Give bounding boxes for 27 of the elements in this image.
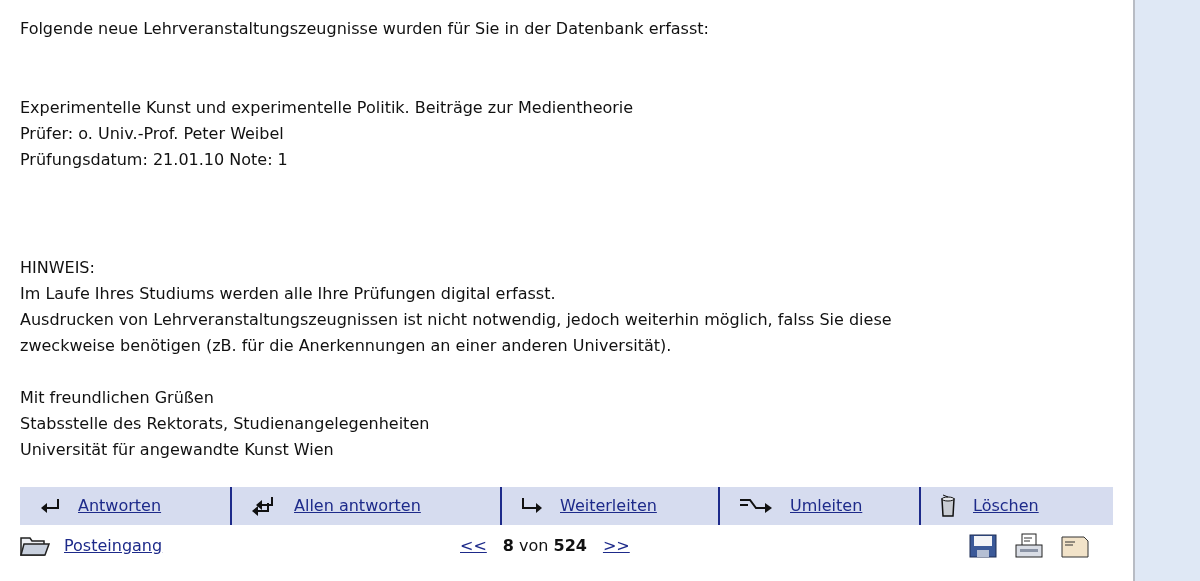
document-icon[interactable] [1061,534,1089,558]
text-line: Stabsstelle des Rektorats, Studienangelegenheiten [20,413,431,435]
folder-icon [20,535,50,557]
next-link[interactable]: >> [602,533,630,559]
forward-arrow-icon [520,496,544,516]
text-line: Folgende neue Lehrveranstaltungszeugnisse wurden für Sie in der Datenbank erfasst: [20,18,710,40]
action-link[interactable]: Allen antworten [294,493,421,519]
text-line: Mit freundlichen Grüßen [20,387,215,409]
text-line: zweckweise benötigen (zB. für die Anerkennungen an einer anderen Universität). [20,335,673,357]
save-icon[interactable] [969,534,997,558]
previous-link[interactable]: << [460,533,487,559]
text-line: Prüfer: o. Univ.-Prof. Peter Weibel [20,123,285,145]
inbox-link[interactable]: Posteingang [64,533,163,559]
text-line: Universität für angewandte Kunst Wien [20,439,335,461]
text-line: HINWEIS: [20,257,96,279]
text-line: Ausdrucken von Lehrveranstaltungszeugnissen ist nicht notwendig, jedoch weiterhin möglich, falss Sie diese [20,309,893,331]
action-link[interactable]: Umleiten [790,493,863,519]
action-link[interactable]: Antworten [78,493,162,519]
text-line: Im Laufe Ihres Studiums werden alle Ihre Prüfungen digital erfasst. [20,283,557,305]
action-link[interactable]: Weiterleiten [560,493,657,519]
action-link[interactable]: Löschen [973,493,1039,519]
trash-can-icon [939,494,957,518]
printer-icon[interactable] [1015,533,1043,559]
redirect-arrow-icon [738,496,774,516]
text-line: Experimentelle Kunst und experimentelle Politik. Beiträge zur Medientheorie [20,97,635,119]
page-position: 8 von 524 [502,535,587,557]
text-line: Prüfungsdatum: 21.01.10 Note: 1 [20,149,289,171]
